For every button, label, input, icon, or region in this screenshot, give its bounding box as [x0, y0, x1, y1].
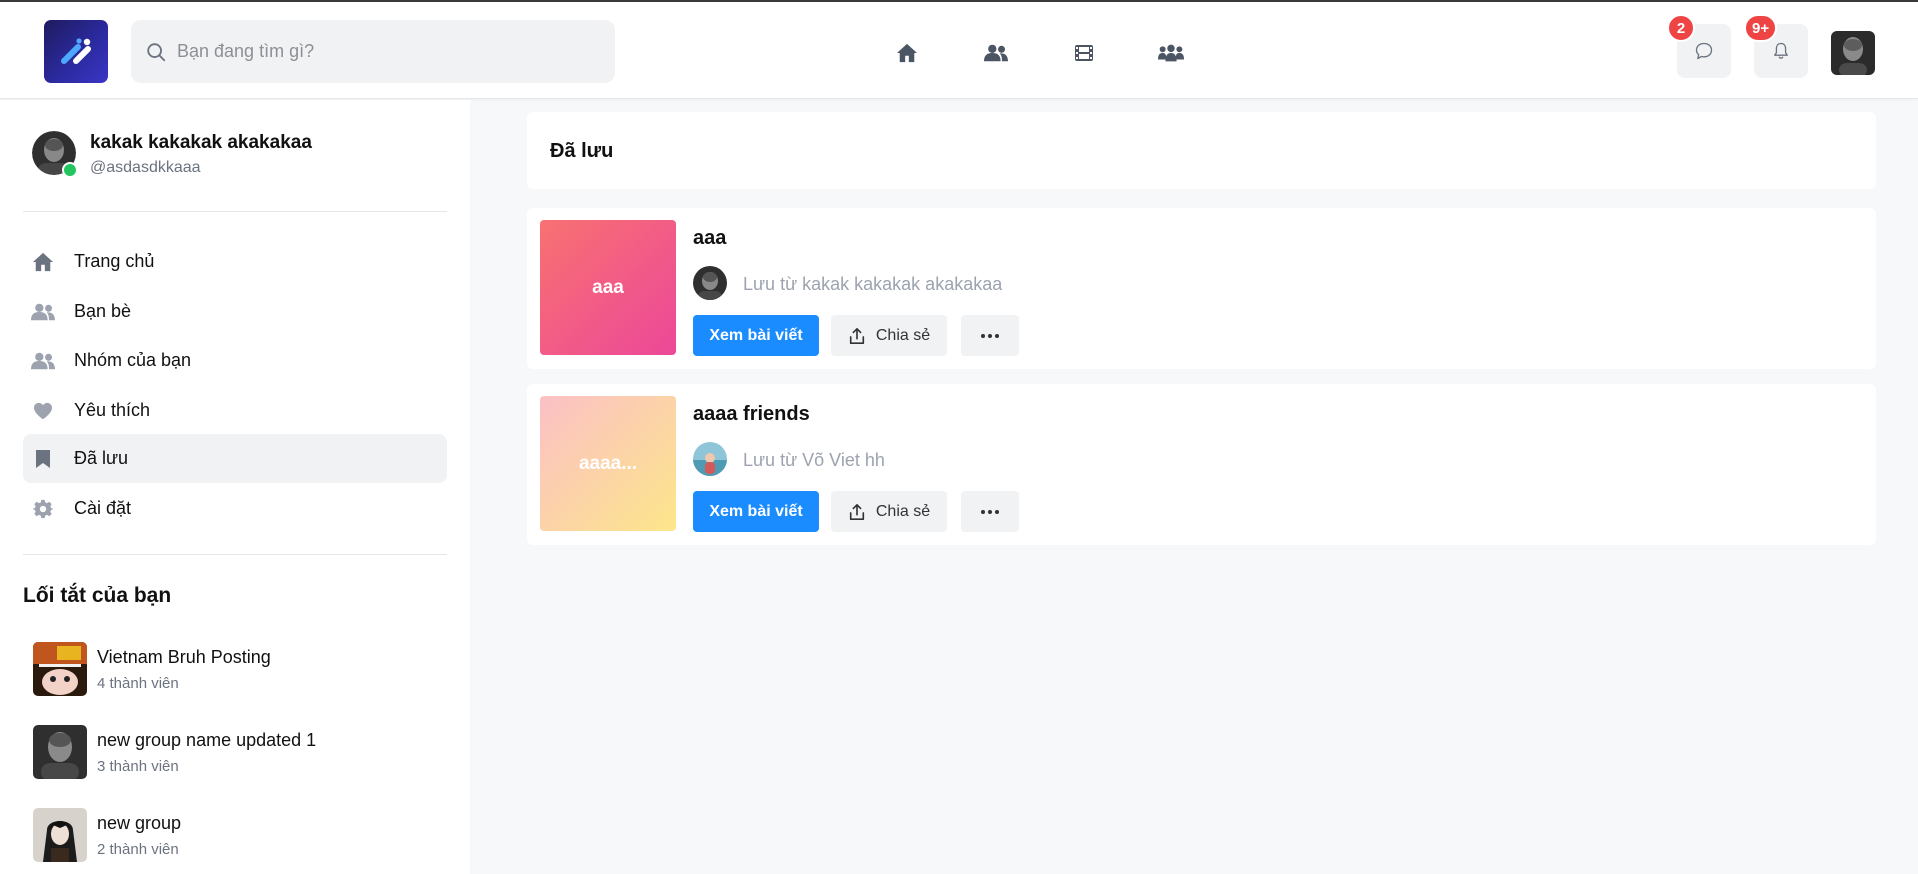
logo-icon: [61, 37, 91, 64]
thumbnail-text: aaa: [592, 276, 624, 298]
profile-name[interactable]: kakak kakakak akakakaa: [90, 132, 312, 154]
heart-icon: [31, 399, 55, 423]
groups-icon: [31, 349, 55, 373]
search-icon: [147, 42, 166, 61]
share-label: Chia sẻ: [875, 502, 931, 520]
more-dots-icon: [981, 333, 999, 338]
home-icon: [897, 43, 917, 63]
nav-friends[interactable]: [983, 40, 1009, 66]
top-bar: 2 9+: [0, 0, 1918, 99]
friends-icon: [31, 300, 55, 324]
saved-item-title[interactable]: aaaa friends: [693, 403, 810, 426]
group-member-count: 3 thành viên: [97, 758, 179, 775]
shortcut-group[interactable]: new group name updated 1 3 thành viên: [33, 725, 453, 781]
gear-icon: [31, 497, 55, 521]
group-image: [33, 808, 87, 862]
share-label: Chia sẻ: [875, 326, 931, 344]
shortcut-group[interactable]: Vietnam Bruh Posting 4 thành viên: [33, 642, 453, 698]
app-logo[interactable]: [44, 20, 108, 83]
friends-icon: [984, 44, 1008, 62]
group-member-count: 2 thành viên: [97, 841, 179, 858]
divider: [23, 554, 447, 555]
sidebar-item-settings[interactable]: Cài đặt: [23, 484, 447, 533]
account-avatar[interactable]: [1831, 31, 1875, 75]
group-member-count: 4 thành viên: [97, 675, 179, 692]
saved-item-card: aaa aaa Lưu từ kakak kakakak akakakaa Xe…: [527, 208, 1876, 369]
sidebar-item-label: Yêu thích: [74, 400, 151, 420]
sidebar-item-label: Trang chủ: [74, 251, 155, 271]
messages-badge: 2: [1667, 14, 1695, 42]
search-box[interactable]: [131, 20, 615, 83]
chat-icon: [1695, 42, 1713, 60]
groups-icon: [1158, 44, 1184, 62]
left-sidebar: kakak kakakak akakakaa @asdasdkkaaa Tran…: [0, 100, 470, 874]
saved-item-thumbnail[interactable]: aaa: [540, 220, 676, 355]
group-name: Vietnam Bruh Posting: [97, 647, 271, 667]
nav-home[interactable]: [894, 40, 920, 66]
saved-from-text: Lưu từ Võ Viet hh: [743, 450, 885, 470]
sidebar-item-label: Nhóm của bạn: [74, 350, 192, 370]
sidebar-item-groups[interactable]: Nhóm của bạn: [23, 336, 447, 385]
more-dots-icon: [981, 509, 999, 514]
bookmark-icon: [31, 447, 55, 471]
saved-from-text: Lưu từ kakak kakakak akakakaa: [743, 274, 1003, 294]
online-status-dot: [62, 162, 78, 178]
group-name: new group name updated 1: [97, 730, 317, 750]
saved-item-thumbnail[interactable]: aaaa...: [540, 396, 676, 531]
saved-item-card: aaaa... aaaa friends Lưu từ Võ Viet hh X…: [527, 384, 1876, 545]
avatar-image: [1831, 31, 1875, 75]
share-icon: [849, 503, 864, 520]
sidebar-item-friends[interactable]: Bạn bè: [23, 287, 447, 336]
video-icon: [1075, 45, 1093, 61]
author-avatar: [693, 266, 727, 300]
page-header: Đã lưu: [527, 112, 1876, 189]
shortcut-group[interactable]: new group 2 thành viên: [33, 808, 453, 864]
home-icon: [31, 250, 55, 274]
sidebar-item-home[interactable]: Trang chủ: [23, 237, 447, 286]
more-options-button[interactable]: [961, 491, 1019, 532]
notifications-badge: 9+: [1744, 14, 1778, 42]
author-avatar: [693, 442, 727, 476]
divider: [23, 211, 447, 212]
bell-icon: [1774, 42, 1788, 59]
thumbnail-text: aaaa...: [578, 452, 638, 474]
more-options-button[interactable]: [961, 315, 1019, 356]
profile-avatar[interactable]: [32, 131, 78, 178]
shortcuts-title: Lối tắt của bạn: [23, 584, 172, 607]
sidebar-item-label: Đã lưu: [74, 448, 129, 468]
sidebar-item-label: Bạn bè: [74, 301, 132, 321]
group-name: new group: [97, 813, 182, 833]
nav-groups[interactable]: [1158, 40, 1184, 66]
page-title: Đã lưu: [550, 140, 614, 162]
group-image: [33, 725, 87, 779]
share-button[interactable]: Chia sẻ: [831, 491, 947, 532]
share-button[interactable]: Chia sẻ: [831, 315, 947, 356]
profile-handle: @asdasdkkaaa: [90, 159, 201, 176]
group-image: [33, 642, 87, 696]
saved-item-title[interactable]: aaa: [693, 227, 726, 250]
search-input[interactable]: [177, 41, 597, 62]
view-post-button[interactable]: Xem bài viết: [693, 315, 819, 356]
view-post-button[interactable]: Xem bài viết: [693, 491, 819, 532]
share-icon: [849, 327, 864, 344]
sidebar-item-saved[interactable]: Đã lưu: [23, 434, 447, 483]
nav-video[interactable]: [1071, 40, 1097, 66]
sidebar-item-favorites[interactable]: Yêu thích: [23, 386, 447, 435]
sidebar-item-label: Cài đặt: [74, 498, 132, 518]
